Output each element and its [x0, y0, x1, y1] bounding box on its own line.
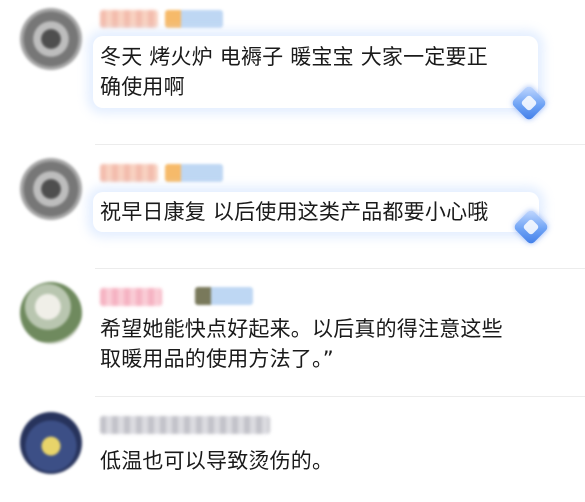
comment-text-line: 希望她能快点好起来。以后真的得注意这些 [100, 317, 503, 341]
comment-item: 祝早日康复 以后使用这类产品都要小心哦 [0, 150, 585, 265]
comment-text-line: 祝早日康复 以后使用这类产品都要小心哦 [100, 200, 489, 224]
comment-item: 希望她能快点好起来。以后真的得注意这些 取暖用品的使用方法了。” [0, 278, 585, 388]
member-badge-icon [195, 287, 253, 305]
divider [95, 396, 585, 397]
member-badge-icon [165, 10, 223, 28]
comment-text-line: 确使用啊 [100, 75, 185, 99]
username[interactable] [100, 416, 270, 434]
username[interactable] [100, 10, 158, 28]
avatar[interactable] [20, 8, 82, 70]
comment-text-line: 取暖用品的使用方法了。” [100, 347, 334, 371]
comment-item: 低温也可以导致烫伤的。 [0, 404, 585, 502]
comment-text: 祝早日康复 以后使用这类产品都要小心哦 [100, 197, 488, 227]
comment-text-line: 冬天 烤火炉 电褥子 暖宝宝 大家一定要正 [100, 45, 488, 69]
username[interactable] [100, 164, 158, 182]
comment-text: 希望她能快点好起来。以后真的得注意这些 取暖用品的使用方法了。” [100, 314, 503, 374]
comment-text: 冬天 烤火炉 电褥子 暖宝宝 大家一定要正 确使用啊 [100, 42, 488, 102]
avatar[interactable] [20, 158, 82, 220]
comment-text: 低温也可以导致烫伤的。 [100, 446, 333, 476]
username[interactable] [100, 288, 162, 306]
avatar[interactable] [20, 412, 82, 474]
comment-item: 冬天 烤火炉 电褥子 暖宝宝 大家一定要正 确使用啊 [0, 0, 585, 140]
comment-text-line: 低温也可以导致烫伤的。 [100, 449, 334, 473]
avatar[interactable] [20, 282, 82, 344]
member-badge-icon [165, 164, 223, 182]
divider [95, 268, 585, 269]
divider [95, 144, 585, 145]
